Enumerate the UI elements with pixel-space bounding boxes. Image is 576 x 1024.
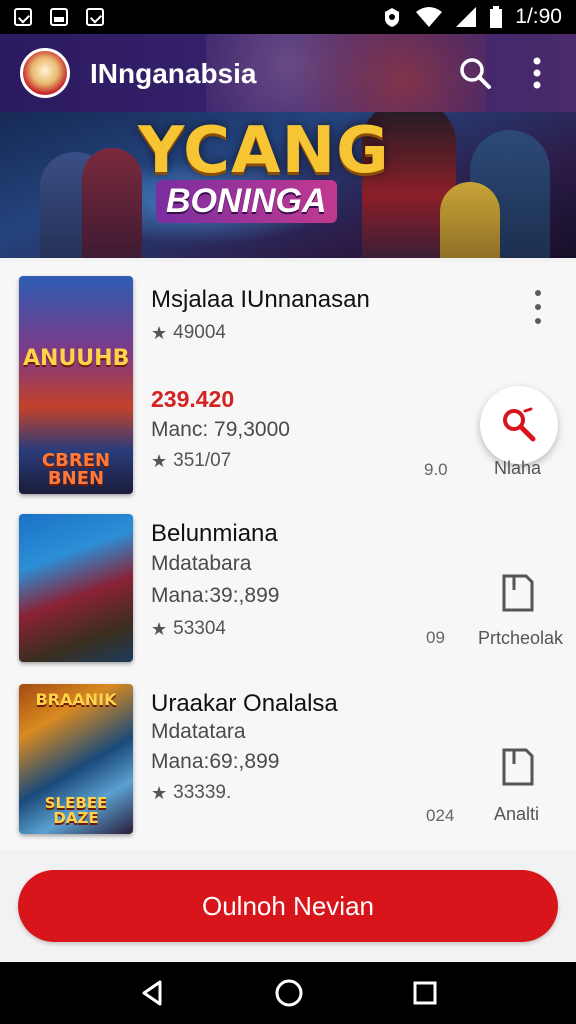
item-action-label[interactable]: Prtcheolak xyxy=(478,628,563,649)
status-time: 1/:90 xyxy=(515,5,562,28)
item-action-label[interactable]: Nlaha xyxy=(494,458,541,479)
item-rating-secondary: ★ 351/07 xyxy=(151,450,231,472)
item-small-number: 024 xyxy=(426,806,455,825)
item-title: Belunmiana xyxy=(151,520,278,547)
item-thumbnail[interactable]: ANUUHB CBREN BNEN xyxy=(19,276,133,494)
vpn-key-icon xyxy=(385,8,400,27)
signal-icon xyxy=(456,7,477,27)
item-meta: Mana:39:,899 xyxy=(151,584,280,607)
item-list: ANUUHB CBREN BNEN Msjalaa IUnnanasan ★ 4… xyxy=(0,262,576,850)
banner-hero-right-2 xyxy=(440,182,500,258)
app-bar: INnganabsia xyxy=(0,34,576,112)
document-icon[interactable] xyxy=(502,574,534,612)
rating-value: 33339. xyxy=(173,782,232,803)
search-button[interactable] xyxy=(456,54,494,92)
thumbnail-caption-top: BRAANIK xyxy=(35,690,117,709)
more-options-button[interactable] xyxy=(518,54,556,92)
star-icon: ★ xyxy=(151,782,168,803)
app-logo[interactable] xyxy=(20,48,70,98)
item-rating: ★ 53304 xyxy=(151,618,226,640)
item-meta: Manc: 79,3000 xyxy=(151,418,290,441)
search-icon xyxy=(460,58,491,89)
magnifier-icon xyxy=(503,407,536,442)
item-small-number: 9.0 xyxy=(424,460,448,479)
rating-value: 49004 xyxy=(173,322,226,343)
thumbnail-art xyxy=(19,514,133,662)
download-box-icon xyxy=(14,8,32,26)
star-icon: ★ xyxy=(151,322,168,343)
home-icon[interactable] xyxy=(274,978,304,1008)
list-item[interactable]: BRAANIK SLEBEE DAZE Uraakar Onalalsa Mda… xyxy=(0,674,576,850)
rating-value: 351/07 xyxy=(173,450,232,471)
item-small-number: 09 xyxy=(426,628,445,647)
thumbnail-caption-bottom: CBREN BNEN xyxy=(41,450,111,489)
thumbnail-caption-bottom: SLEBEE DAZE xyxy=(44,794,108,827)
item-thumbnail[interactable] xyxy=(19,514,133,662)
banner-hero-left-2 xyxy=(82,148,142,258)
more-vert-dot xyxy=(535,304,541,310)
item-thumbnail[interactable]: BRAANIK SLEBEE DAZE xyxy=(19,684,133,834)
list-item[interactable]: ANUUHB CBREN BNEN Msjalaa IUnnanasan ★ 4… xyxy=(0,262,576,498)
list-item[interactable]: Belunmiana Mdatabara Mana:39:,899 ★ 5330… xyxy=(0,498,576,674)
wifi-icon xyxy=(416,7,443,27)
item-rating: ★ 33339. xyxy=(151,782,231,804)
banner-subtitle: BONINGA xyxy=(156,180,337,223)
document-icon[interactable] xyxy=(502,748,534,786)
star-icon: ★ xyxy=(151,618,168,639)
search-fab[interactable] xyxy=(480,386,558,464)
battery-icon xyxy=(490,6,503,28)
rating-value: 53304 xyxy=(173,618,226,639)
status-bar: 1/:90 xyxy=(0,0,576,34)
recents-icon[interactable] xyxy=(412,980,438,1006)
more-vert-dot xyxy=(535,318,541,324)
item-meta: Mana:69:,899 xyxy=(151,750,280,773)
promo-banner[interactable]: YCANG BONINGA xyxy=(0,112,576,258)
item-subtitle: Mdatatara xyxy=(151,720,246,743)
item-title: Uraakar Onalalsa xyxy=(151,690,338,717)
primary-action-button[interactable]: Oulnoh Nevian xyxy=(18,870,558,942)
thumbnail-caption-top: ANUUHB xyxy=(23,346,130,371)
banner-title: YCANG xyxy=(138,114,390,188)
item-action-label[interactable]: Analti xyxy=(494,804,539,825)
item-subtitle: Mdatabara xyxy=(151,552,252,575)
checkbox-icon xyxy=(86,8,104,26)
item-rating: ★ 49004 xyxy=(151,322,226,344)
star-icon: ★ xyxy=(151,450,168,471)
back-icon[interactable] xyxy=(138,979,166,1007)
more-vert-icon xyxy=(535,290,541,296)
item-price: 239.420 xyxy=(151,386,235,412)
more-vert-icon xyxy=(533,57,541,89)
image-icon xyxy=(50,8,68,26)
item-more-button[interactable] xyxy=(530,290,546,324)
app-title: INnganabsia xyxy=(90,58,257,89)
item-title: Msjalaa IUnnanasan xyxy=(151,286,370,313)
system-nav-bar xyxy=(0,962,576,1024)
